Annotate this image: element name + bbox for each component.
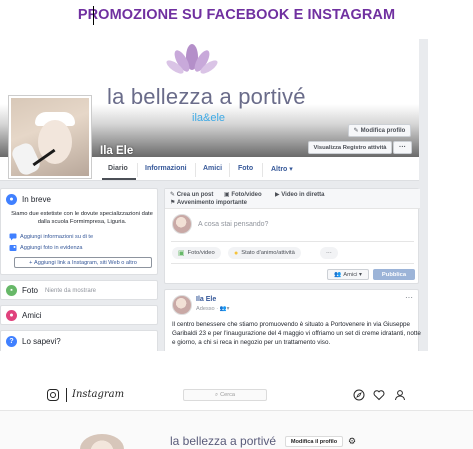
photos-card[interactable]: ▪ Foto Niente da mostrare bbox=[0, 280, 158, 300]
post-composer: ✎ Crea un post ▣ Foto/video ▶ Video in d… bbox=[164, 188, 420, 284]
edit-profile-button[interactable]: ✎ Modifica profilo bbox=[348, 124, 411, 137]
mood-activity-chip[interactable]: ● Stato d'animo/attività bbox=[228, 247, 301, 259]
tab-divider bbox=[262, 163, 263, 177]
globe-icon: ● bbox=[6, 194, 17, 205]
publish-button[interactable]: Pubblica bbox=[373, 269, 415, 280]
image-icon: ▣ bbox=[178, 250, 185, 257]
life-event-label: Avvenimento importante bbox=[176, 200, 247, 206]
more-chip[interactable]: ··· bbox=[320, 247, 338, 259]
photos-icon: ▪ bbox=[6, 285, 17, 296]
cover-subbrand-text: ila&ele bbox=[192, 112, 226, 124]
instagram-logo-divider bbox=[66, 388, 67, 402]
friends-audience-icon: 👥 bbox=[334, 271, 342, 278]
instagram-search-input[interactable]: ⌕ Cerca bbox=[183, 389, 267, 401]
tab-more[interactable]: Altro ▾ bbox=[271, 165, 293, 173]
photos-empty-text: Niente da mostrare bbox=[45, 288, 97, 294]
photo-video-chip-label: Foto/video bbox=[187, 250, 215, 256]
tab-timeline[interactable]: Diario bbox=[108, 165, 128, 172]
intro-description: Siamo due estetiste con le dovute specia… bbox=[11, 211, 153, 225]
friends-title: Amici bbox=[22, 311, 42, 320]
post-time: Adesso · bbox=[196, 306, 220, 312]
comment-icon bbox=[9, 233, 17, 241]
lotus-logo-icon bbox=[166, 44, 218, 74]
profile-photo-facial-treatment bbox=[11, 98, 89, 176]
photo-icon bbox=[9, 245, 17, 251]
add-info-link[interactable]: Aggiungi informazioni su di te bbox=[20, 234, 93, 240]
tab-divider bbox=[229, 163, 230, 177]
audience-icon: 👥▾ bbox=[219, 306, 230, 312]
composer-divider bbox=[171, 241, 414, 242]
add-links-label: Aggiungi link a Instagram, siti Web o al… bbox=[34, 259, 137, 266]
profile-icon[interactable] bbox=[394, 389, 406, 401]
search-placeholder: Cerca bbox=[220, 392, 236, 398]
audience-label: Amici ▾ bbox=[343, 271, 362, 278]
facebook-page-screenshot: la bellezza a portivé ila&ele Ila Ele ✎ … bbox=[0, 39, 428, 351]
friends-icon: ● bbox=[6, 310, 17, 321]
post-author[interactable]: Ila Ele bbox=[196, 296, 216, 303]
avatar[interactable] bbox=[172, 214, 192, 234]
search-icon: ⌕ bbox=[214, 391, 219, 398]
instagram-edit-profile-button[interactable]: Modifica il profilo bbox=[285, 436, 343, 447]
live-video-label: Video in diretta bbox=[281, 192, 325, 198]
more-options-button[interactable]: ··· bbox=[393, 141, 412, 154]
create-post-label: Crea un post bbox=[176, 192, 214, 198]
slide-title: PROMOZIONE SU FACEBOOK E INSTAGRAM bbox=[77, 7, 396, 23]
tab-photos[interactable]: Foto bbox=[238, 165, 253, 172]
instagram-profile-name: la bellezza a portivé bbox=[170, 434, 277, 448]
instagram-camera-icon[interactable] bbox=[47, 389, 59, 401]
activity-log-button[interactable]: Visualizza Registro attività bbox=[308, 141, 392, 154]
friends-card[interactable]: ● Amici bbox=[0, 305, 158, 325]
tab-divider bbox=[195, 163, 196, 177]
gear-icon[interactable]: ⚙ bbox=[348, 437, 356, 446]
heart-icon[interactable] bbox=[373, 389, 385, 401]
tab-about[interactable]: Informazioni bbox=[145, 165, 187, 172]
life-event-tab[interactable]: ⚑ Avvenimento importante bbox=[170, 199, 247, 206]
post-text: Il centro benessere che stiamo promuoven… bbox=[172, 321, 421, 347]
smiley-icon: ● bbox=[234, 249, 239, 257]
cover-brand-text: la bellezza a portivé bbox=[107, 84, 306, 109]
edit-profile-label: Modifica profilo bbox=[360, 127, 406, 134]
audience-selector[interactable]: 👥 Amici ▾ bbox=[327, 269, 369, 280]
active-tab-indicator bbox=[102, 178, 136, 180]
post-timestamp: Adesso · 👥▾ bbox=[196, 306, 229, 312]
live-video-tab[interactable]: ▶ Video in diretta bbox=[275, 191, 325, 198]
page-name: Ila Ele bbox=[100, 145, 134, 157]
instagram-wordmark[interactable]: Instagram bbox=[72, 389, 124, 400]
intro-card: ● In breve Siamo due estetiste con le do… bbox=[0, 188, 158, 275]
compass-icon[interactable] bbox=[353, 389, 365, 401]
did-you-know-title: Lo sapevi? bbox=[22, 337, 61, 346]
text-cursor bbox=[93, 6, 94, 25]
photos-title: Foto bbox=[22, 286, 39, 295]
did-you-know-card[interactable]: ? Lo sapevi? bbox=[0, 330, 158, 351]
profile-picture[interactable] bbox=[8, 95, 92, 179]
add-links-button[interactable]: + Aggiungi link a Instagram, siti Web o … bbox=[14, 257, 152, 268]
mood-activity-chip-label: Stato d'animo/attività bbox=[241, 250, 295, 256]
question-icon: ? bbox=[6, 336, 17, 347]
composer-divider bbox=[171, 263, 414, 264]
tab-divider bbox=[137, 163, 138, 177]
photo-video-label: Foto/video bbox=[231, 192, 262, 198]
post-options-button[interactable]: ··· bbox=[405, 293, 413, 302]
photo-video-chip[interactable]: ▣ Foto/video bbox=[172, 247, 221, 259]
intro-title: In breve bbox=[22, 195, 51, 204]
photo-video-tab[interactable]: ▣ Foto/video bbox=[224, 191, 262, 198]
ellipsis-icon: ··· bbox=[326, 250, 332, 256]
create-post-tab[interactable]: ✎ Crea un post bbox=[170, 191, 213, 198]
add-featured-photos-link[interactable]: Aggiungi foto in evidenza bbox=[20, 245, 83, 251]
avatar[interactable] bbox=[172, 295, 192, 315]
pencil-icon: ✎ bbox=[353, 128, 359, 134]
post-card: Ila Ele Adesso · 👥▾ ··· Il centro beness… bbox=[164, 289, 421, 351]
composer-input[interactable]: A cosa stai pensando? bbox=[198, 221, 268, 228]
tab-friends[interactable]: Amici bbox=[203, 165, 222, 172]
